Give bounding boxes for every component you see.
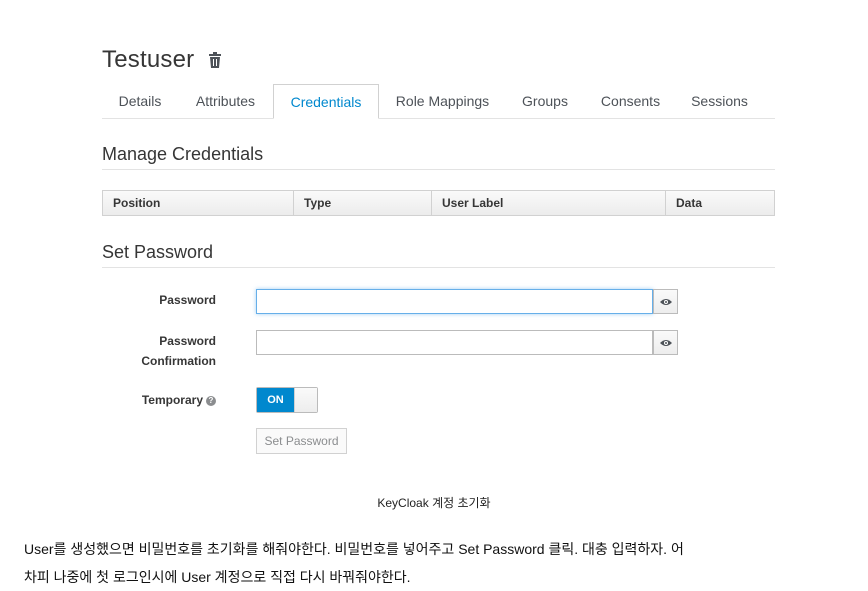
toggle-knob[interactable] <box>294 388 317 412</box>
page-title: Testuser <box>102 46 195 73</box>
column-header-position[interactable]: Position <box>103 191 294 215</box>
body-text-line-2: 차피 나중에 첫 로그인시에 User 계정으로 직접 다시 바꿔줘야한다. <box>24 569 411 585</box>
password-confirmation-label-line1: Password <box>159 334 216 348</box>
credentials-table-header: Position Type User Label Data <box>102 190 775 216</box>
set-password-button[interactable]: Set Password <box>256 428 347 454</box>
show-password-button[interactable] <box>653 289 678 314</box>
figure-caption: KeyCloak 계정 초기화 <box>377 496 491 510</box>
body-paragraph: User를 생성했으면 비밀번호를 초기화를 해줘야한다. 비밀번호를 넣어주고… <box>24 535 844 591</box>
password-confirmation-label-line2: Confirmation <box>141 354 216 368</box>
tab-groups[interactable]: Groups <box>506 84 584 118</box>
divider <box>102 267 775 268</box>
column-header-type[interactable]: Type <box>294 191 432 215</box>
question-circle-icon[interactable]: ? <box>206 396 216 406</box>
password-input[interactable] <box>256 289 653 314</box>
temporary-label-text: Temporary <box>141 393 203 407</box>
tab-consents[interactable]: Consents <box>584 84 677 118</box>
eye-icon <box>659 293 672 311</box>
trash-icon[interactable] <box>208 52 222 68</box>
password-label: Password <box>159 293 216 307</box>
tab-bar: Details Attributes Credentials Role Mapp… <box>102 84 775 119</box>
body-text-line-1: User를 생성했으면 비밀번호를 초기화를 해줘야한다. 비밀번호를 넣어주고… <box>24 541 684 557</box>
tab-sessions[interactable]: Sessions <box>677 84 762 118</box>
divider <box>102 169 775 170</box>
tab-credentials[interactable]: Credentials <box>273 84 379 119</box>
show-confirmation-button[interactable] <box>653 330 678 355</box>
temporary-toggle[interactable]: ON <box>256 387 318 413</box>
title-row: Testuser <box>102 46 222 74</box>
tab-details[interactable]: Details <box>102 84 178 118</box>
column-header-data[interactable]: Data <box>666 191 774 215</box>
password-confirmation-input[interactable] <box>256 330 653 355</box>
eye-icon <box>659 334 672 352</box>
tab-attributes[interactable]: Attributes <box>178 84 273 118</box>
manage-credentials-title: Manage Credentials <box>102 144 264 164</box>
password-confirmation-label: Password Confirmation <box>102 331 216 371</box>
column-header-user-label[interactable]: User Label <box>432 191 666 215</box>
set-password-title: Set Password <box>102 242 214 262</box>
temporary-label: Temporary? <box>102 390 216 410</box>
toggle-on-state: ON <box>257 388 294 412</box>
tab-role-mappings[interactable]: Role Mappings <box>379 84 506 118</box>
